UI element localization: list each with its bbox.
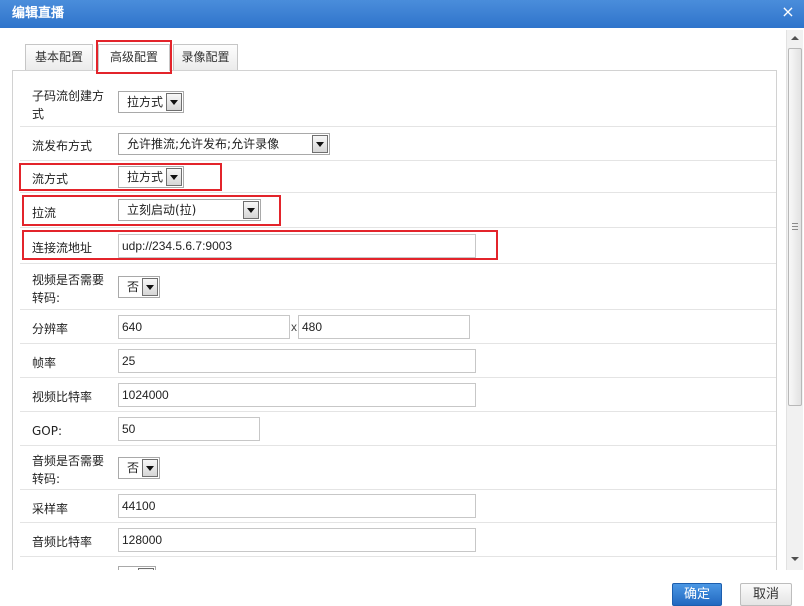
scroll-up-button[interactable] <box>787 30 803 47</box>
scrollbar-thumb[interactable] <box>788 48 802 406</box>
resolution-horizontal-input[interactable] <box>118 314 290 339</box>
grip-lines-icon <box>792 223 798 230</box>
source-url-input[interactable] <box>118 233 476 258</box>
publish-mode-label: 流发布方式 <box>32 139 93 153</box>
scroll-down-button[interactable] <box>787 551 803 568</box>
pull-label: 拉流 <box>32 205 57 220</box>
confirm-button[interactable]: 确定 <box>672 583 722 606</box>
dropdown-button[interactable] <box>142 277 158 296</box>
select-value: 否 <box>127 460 140 475</box>
publish-mode-select[interactable]: 允许推流;允许发布;允许录像 <box>118 132 330 155</box>
select-value: 允许推流;允许发布;允许录像 <box>127 136 280 151</box>
advanced-config-panel: 子码流创建方式 拉方式 流发布方式 允许推流;允许发布;允许录像 流方式 拉方式… <box>12 70 777 570</box>
scroll-down-arrow-icon <box>791 557 799 561</box>
tab-advanced-config[interactable]: 高级配置 <box>98 44 170 71</box>
select-value: 否 <box>127 279 140 294</box>
form-row-video-transcode: 视频是否需要转码: 否 <box>20 264 776 310</box>
caret-down-icon <box>170 100 178 105</box>
close-icon[interactable]: × <box>780 0 796 26</box>
dropdown-button[interactable] <box>166 93 182 111</box>
audio-transcode-label: 音频是否需要转码: <box>32 454 105 486</box>
caret-down-icon <box>316 141 324 147</box>
resolution-vertical-input[interactable] <box>298 314 470 339</box>
dropdown-button[interactable] <box>166 167 182 186</box>
resolution-separator: x <box>291 319 297 334</box>
stream-mode-label: 流方式 <box>32 172 69 186</box>
form-row-gop: GOP: <box>20 412 776 446</box>
form-row-frame-rate: 帧率 <box>20 344 776 378</box>
caret-down-icon <box>247 208 255 213</box>
form-row-video-bitrate: 视频比特率 <box>20 378 776 412</box>
vertical-scrollbar[interactable] <box>786 30 803 570</box>
dropdown-button[interactable] <box>243 201 259 219</box>
gop-label: GOP: <box>32 424 63 438</box>
scroll-up-arrow-icon <box>791 36 799 40</box>
caret-down-icon <box>146 284 154 290</box>
sample-rate-label: 采样率 <box>32 501 69 516</box>
dropdown-button[interactable] <box>142 458 158 477</box>
form-row-source-url: 连接流地址 <box>20 228 776 264</box>
form-row-sample-rate: 采样率 <box>20 490 776 523</box>
frame-rate-input[interactable] <box>118 348 476 373</box>
sub-stream-mode-label: 子码流创建方式 <box>32 88 105 121</box>
partial-row-select[interactable] <box>118 565 156 570</box>
pull-select[interactable]: 立刻启动(拉) <box>118 199 261 221</box>
form-row-sub-stream-mode: 子码流创建方式 拉方式 <box>20 78 776 127</box>
form-row-publish-mode: 流发布方式 允许推流;允许发布;允许录像 <box>20 127 776 161</box>
select-value: 立刻启动(拉) <box>127 203 197 217</box>
tab-basic-config[interactable]: 基本配置 <box>25 44 93 70</box>
form-row-stream-mode: 流方式 拉方式 <box>20 161 776 193</box>
video-bitrate-label: 视频比特率 <box>32 390 93 404</box>
caret-down-icon <box>170 174 178 180</box>
video-bitrate-input[interactable] <box>118 382 476 407</box>
sample-rate-input[interactable] <box>118 494 476 518</box>
sub-stream-mode-select[interactable]: 拉方式 <box>118 91 184 113</box>
audio-bitrate-input[interactable] <box>118 527 476 552</box>
resolution-label: 分辨率 <box>32 322 69 336</box>
form-row-resolution: 分辨率 x <box>20 310 776 344</box>
select-value: 拉方式 <box>127 169 164 184</box>
dropdown-button[interactable] <box>312 134 328 153</box>
form-row-audio-transcode: 音频是否需要转码: 否 <box>20 446 776 490</box>
frame-rate-label: 帧率 <box>32 356 57 370</box>
tab-recording-config[interactable]: 录像配置 <box>173 44 238 70</box>
form-row-pull: 拉流 立刻启动(拉) <box>20 193 776 228</box>
audio-transcode-select[interactable]: 否 <box>118 456 160 479</box>
form-row-partial <box>20 557 776 570</box>
dialog-title-bar: 编辑直播 × <box>0 0 804 28</box>
video-transcode-select[interactable]: 否 <box>118 275 160 298</box>
tab-bar: 基本配置 高级配置 录像配置 <box>25 44 238 71</box>
caret-down-icon <box>146 465 154 471</box>
form-row-audio-bitrate: 音频比特率 <box>20 523 776 557</box>
stream-mode-select[interactable]: 拉方式 <box>118 165 184 188</box>
cancel-button[interactable]: 取消 <box>740 583 792 606</box>
dialog-title: 编辑直播 <box>12 6 65 21</box>
video-transcode-label: 视频是否需要转码: <box>32 273 105 305</box>
source-url-label: 连接流地址 <box>32 241 93 255</box>
audio-bitrate-label: 音频比特率 <box>32 535 93 549</box>
select-value: 拉方式 <box>127 95 164 109</box>
dropdown-button[interactable] <box>138 567 154 570</box>
gop-input[interactable] <box>118 416 260 441</box>
